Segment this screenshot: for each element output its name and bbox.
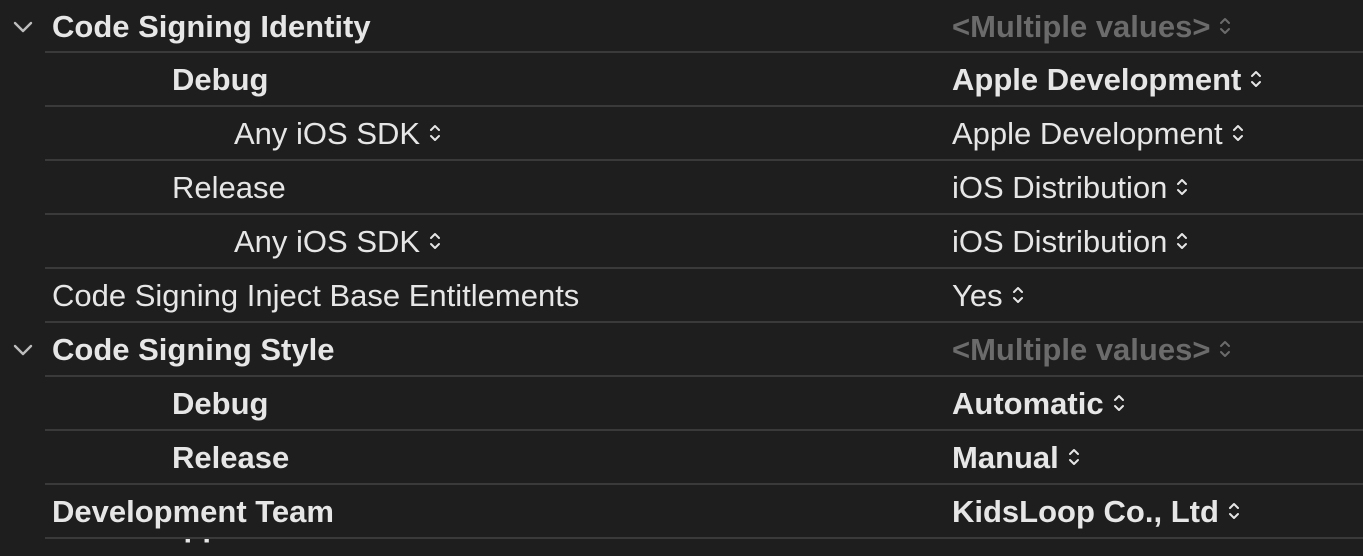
setting-condition-popup[interactable]: Any iOS SDK bbox=[234, 215, 442, 269]
setting-row-any-ios-sdk[interactable]: Any iOS SDK Apple Development bbox=[0, 107, 1363, 161]
setting-row-code-signing-style[interactable]: Code Signing Style <Multiple values> bbox=[0, 323, 1363, 377]
up-down-chevron-icon bbox=[1249, 67, 1263, 91]
setting-value: iOS Distribution bbox=[952, 170, 1168, 205]
setting-row-partial[interactable]: Enable App Sandbox No bbox=[0, 539, 1363, 551]
chevron-down-icon[interactable] bbox=[12, 17, 34, 37]
setting-value: Manual bbox=[952, 440, 1059, 475]
setting-row-debug[interactable]: Debug Apple Development bbox=[0, 53, 1363, 107]
setting-value-popup[interactable]: Manual bbox=[952, 431, 1081, 485]
up-down-chevron-icon bbox=[428, 229, 442, 253]
chevron-down-icon[interactable] bbox=[12, 340, 34, 360]
setting-value-popup[interactable]: Automatic bbox=[952, 377, 1126, 431]
up-down-chevron-icon bbox=[1175, 175, 1189, 199]
setting-name: Code Signing Identity bbox=[52, 9, 371, 44]
setting-name: Release bbox=[172, 440, 290, 475]
setting-value-popup[interactable]: <Multiple values> bbox=[952, 0, 1232, 54]
setting-name: Debug bbox=[172, 62, 269, 97]
setting-value: Automatic bbox=[952, 386, 1104, 421]
setting-value: KidsLoop Co., Ltd bbox=[952, 494, 1219, 529]
up-down-chevron-icon bbox=[1067, 445, 1081, 469]
setting-value: No bbox=[952, 539, 993, 551]
up-down-chevron-icon bbox=[1218, 337, 1232, 361]
up-down-chevron-icon bbox=[1227, 499, 1241, 523]
setting-value-popup[interactable]: Yes bbox=[952, 269, 1025, 323]
setting-row-release[interactable]: Release iOS Distribution bbox=[0, 161, 1363, 215]
setting-name: Any iOS SDK bbox=[234, 224, 421, 259]
up-down-chevron-icon bbox=[428, 121, 442, 145]
setting-condition-popup[interactable]: Any iOS SDK bbox=[234, 107, 442, 161]
setting-value: Yes bbox=[952, 278, 1003, 313]
setting-name: Release bbox=[172, 170, 286, 205]
setting-value-popup[interactable]: iOS Distribution bbox=[952, 161, 1189, 215]
setting-row-debug[interactable]: Debug Automatic bbox=[0, 377, 1363, 431]
setting-value: Apple Development bbox=[952, 116, 1223, 151]
setting-name: Code Signing Inject Base Entitlements bbox=[52, 278, 580, 313]
setting-value-popup[interactable]: Apple Development bbox=[952, 53, 1263, 107]
setting-value-popup[interactable]: <Multiple values> bbox=[952, 323, 1232, 377]
setting-value-popup[interactable]: KidsLoop Co., Ltd bbox=[952, 485, 1241, 539]
setting-value: Apple Development bbox=[952, 62, 1242, 97]
up-down-chevron-icon bbox=[1231, 121, 1245, 145]
setting-row-inject-base-entitlements[interactable]: Code Signing Inject Base Entitlements Ye… bbox=[0, 269, 1363, 323]
setting-row-release[interactable]: Release Manual bbox=[0, 431, 1363, 485]
setting-row-development-team[interactable]: Development Team KidsLoop Co., Ltd bbox=[0, 485, 1363, 539]
build-settings-table: Code Signing Identity <Multiple values> … bbox=[0, 0, 1363, 551]
setting-row-any-ios-sdk[interactable]: Any iOS SDK iOS Distribution bbox=[0, 215, 1363, 269]
up-down-chevron-icon bbox=[1218, 14, 1232, 38]
setting-name: Code Signing Style bbox=[52, 332, 335, 367]
setting-value-popup[interactable]: iOS Distribution bbox=[952, 215, 1189, 269]
setting-value-popup[interactable]: Apple Development bbox=[952, 107, 1245, 161]
setting-name: Development Team bbox=[52, 494, 334, 529]
setting-value: <Multiple values> bbox=[952, 332, 1211, 367]
up-down-chevron-icon bbox=[1011, 283, 1025, 307]
setting-value: <Multiple values> bbox=[952, 9, 1211, 44]
setting-name: Any iOS SDK bbox=[234, 116, 421, 151]
up-down-chevron-icon bbox=[1112, 391, 1126, 415]
setting-name: Enable App Sandbox bbox=[52, 539, 361, 551]
setting-value: iOS Distribution bbox=[952, 224, 1168, 259]
setting-row-code-signing-identity[interactable]: Code Signing Identity <Multiple values> bbox=[0, 0, 1363, 53]
setting-name: Debug bbox=[172, 386, 269, 421]
up-down-chevron-icon bbox=[1175, 229, 1189, 253]
